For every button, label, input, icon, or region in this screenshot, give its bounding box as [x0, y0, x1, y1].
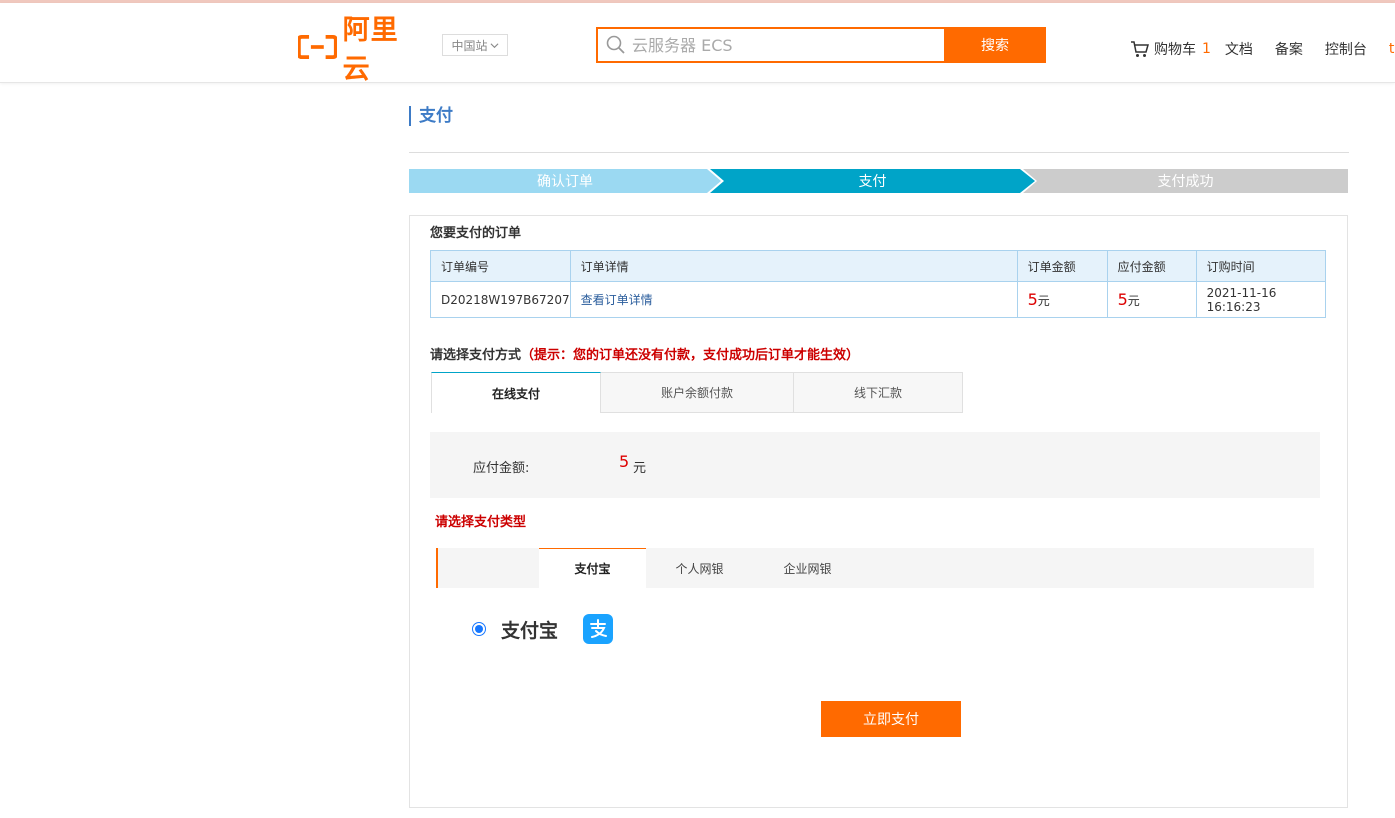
col-order-details: 订单详情	[569, 250, 1018, 282]
alipay-option-label: 支付宝	[501, 619, 559, 642]
payment-panel: 您要支付的订单 订单编号 订单详情 订单金额 应付金额 订购时间 D20218W…	[409, 215, 1348, 808]
search-button[interactable]: 搜索	[944, 27, 1046, 63]
subtab-personal-bank[interactable]: 个人网银	[646, 548, 753, 588]
payment-method-tabs: 在线支付 账户余额付款 线下汇款	[431, 372, 963, 413]
payable-amount-label: 应付金额:	[473, 461, 530, 476]
tab-online-pay[interactable]: 在线支付	[431, 372, 601, 413]
nav-user[interactable]: tb	[1389, 41, 1395, 57]
top-nav: 购物车 1 文档 备案 控制台 tb	[1130, 39, 1395, 59]
site-header: 阿里云 中国站 搜索 购物车 1 文档 备案 控制台	[0, 3, 1395, 85]
nav-beian[interactable]: 备案	[1275, 39, 1303, 59]
nav-docs[interactable]: 文档	[1225, 39, 1253, 59]
step-pay: 支付	[710, 169, 1035, 193]
pay-now-button[interactable]: 立即支付	[821, 701, 961, 737]
alipay-option[interactable]: 支付宝	[472, 614, 614, 644]
alipay-radio[interactable]	[472, 622, 486, 636]
search-bar: 搜索	[596, 27, 1046, 63]
col-payable-amount: 应付金额	[1106, 250, 1197, 282]
subtab-enterprise-bank[interactable]: 企业网银	[754, 548, 861, 588]
col-order-id: 订单编号	[430, 250, 571, 282]
region-selector[interactable]: 中国站	[442, 34, 508, 56]
payable-amount-cell: 5元	[1106, 281, 1197, 318]
alipay-logo-icon	[583, 614, 614, 644]
payable-amount-box: 应付金额: 5 元	[430, 432, 1320, 498]
cart-count: 1	[1202, 41, 1211, 57]
cart-label: 购物车	[1154, 42, 1196, 58]
page-title: 支付	[409, 106, 453, 126]
subtab-alipay[interactable]: 支付宝	[539, 548, 646, 588]
order-amount: 5	[1027, 290, 1038, 309]
col-order-amount: 订单金额	[1016, 250, 1108, 282]
tab-balance-pay[interactable]: 账户余额付款	[601, 372, 794, 413]
cart-icon	[1131, 41, 1149, 57]
payment-type-tabs: 支付宝 个人网银 企业网银	[436, 548, 1314, 588]
progress-steps: 确认订单 支付成功 支付	[409, 169, 1348, 193]
payment-tip: （提示：您的订单还没有付款，支付成功后订单才能生效）	[521, 348, 860, 363]
order-section-title: 您要支付的订单	[430, 226, 522, 241]
table-row: D20218W197B67207 查看订单详情 5元 5元 2021-11-16…	[430, 281, 1327, 318]
title-divider	[409, 152, 1349, 153]
chevron-down-icon	[490, 42, 498, 48]
search-box	[596, 27, 944, 63]
search-input[interactable]	[632, 35, 922, 55]
table-header-row: 订单编号 订单详情 订单金额 应付金额 订购时间	[430, 250, 1327, 282]
payment-type-title: 请选择支付类型	[435, 515, 527, 530]
order-details-cell: 查看订单详情	[569, 281, 1018, 318]
col-order-time: 订购时间	[1195, 250, 1327, 282]
cart-link[interactable]: 购物车 1	[1130, 39, 1211, 59]
region-label: 中国站	[451, 38, 488, 53]
payment-method-label: 请选择支付方式	[430, 348, 522, 363]
payable-amount-value: 5	[619, 452, 630, 471]
payment-method-title: 请选择支付方式（提示：您的订单还没有付款，支付成功后订单才能生效）	[430, 344, 859, 363]
order-amount-unit: 元	[1037, 294, 1050, 308]
payable-amount-unit: 元	[1127, 294, 1140, 308]
payable-amount-unit: 元	[633, 461, 647, 476]
order-amount-cell: 5元	[1016, 281, 1108, 318]
nav-console[interactable]: 控制台	[1325, 39, 1367, 59]
payable-amount: 5	[1117, 290, 1128, 309]
view-order-details-link[interactable]: 查看订单详情	[581, 293, 653, 307]
aliyun-logo-icon	[298, 35, 337, 59]
tab-offline-transfer[interactable]: 线下汇款	[794, 372, 963, 413]
order-table: 订单编号 订单详情 订单金额 应付金额 订购时间 D20218W197B6720…	[430, 250, 1327, 318]
step-confirm-order: 确认订单	[409, 169, 721, 193]
aliyun-logo[interactable]: 阿里云	[298, 15, 420, 85]
brand-name: 阿里云	[342, 15, 399, 85]
order-time: 2021-11-16 16:16:23	[1195, 281, 1327, 318]
search-icon	[606, 35, 625, 54]
step-pay-success: 支付成功	[1023, 169, 1348, 193]
order-id: D20218W197B67207	[430, 281, 571, 318]
